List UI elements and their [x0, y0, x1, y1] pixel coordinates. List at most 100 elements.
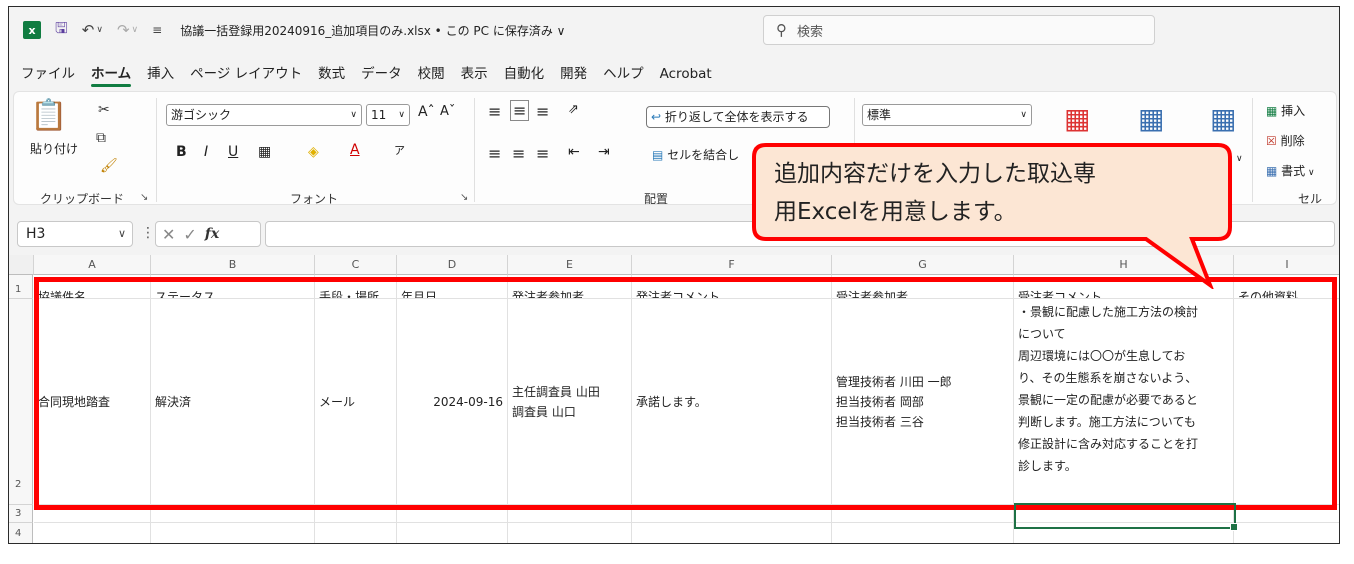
align-bottom-icon[interactable]: ≡ [536, 102, 549, 121]
document-title[interactable]: 協議一括登録用20240916_追加項目のみ.xlsx • この PC に保存済… [180, 22, 565, 39]
decrease-font-icon[interactable]: Aˇ [440, 104, 455, 119]
col-header-b[interactable]: B [151, 255, 315, 275]
cell-e4[interactable] [508, 523, 632, 543]
menu-home[interactable]: ホーム [83, 59, 139, 89]
cell-i4[interactable] [1234, 523, 1339, 543]
cell-c3[interactable] [315, 505, 397, 523]
increase-font-icon[interactable]: Aˆ [418, 104, 435, 120]
styles-dropdown-icon[interactable]: ∨ [1236, 154, 1243, 164]
row-header-1[interactable]: 1 [9, 275, 33, 299]
border-icon[interactable]: ▦ [258, 144, 271, 160]
wrap-text-button[interactable]: ↩ 折り返して全体を表示する [646, 106, 830, 128]
format-as-table-icon[interactable]: ▦ [1138, 102, 1164, 135]
cancel-icon[interactable]: ✕ [162, 225, 175, 244]
cell-other-docs[interactable] [1234, 299, 1339, 505]
copy-icon[interactable]: ⧉ [96, 130, 106, 146]
redo-icon[interactable]: ↷ [117, 21, 130, 39]
menu-file[interactable]: ファイル [9, 59, 83, 89]
insert-function-icon[interactable]: fx [205, 226, 219, 242]
format-cells-button[interactable]: ▦ 書式 ∨ [1266, 162, 1315, 179]
cell-contractor-comment[interactable]: ・景観に配慮した施工方法の検討 について 周辺環境には〇〇が生息してお り、その… [1014, 299, 1234, 505]
name-box[interactable]: H3 ∨ [17, 221, 133, 247]
align-left-icon[interactable]: ≡ [488, 144, 501, 163]
row-header-4[interactable]: 4 [9, 523, 33, 543]
paste-icon[interactable]: 📋 [30, 98, 67, 133]
cell-subject[interactable]: 合同現地踏査 [34, 299, 151, 505]
menu-help[interactable]: ヘルプ [595, 59, 652, 89]
col-header-c[interactable]: C [315, 255, 397, 275]
menu-data[interactable]: データ [353, 59, 410, 89]
align-top-icon[interactable]: ≡ [488, 102, 501, 121]
formula-bar-handle-icon[interactable]: ⋮ [141, 225, 155, 241]
decrease-indent-icon[interactable]: ⇤ [568, 144, 580, 160]
cell-d3[interactable] [397, 505, 508, 523]
cell-g4[interactable] [832, 523, 1014, 543]
cell-styles-icon[interactable]: ▦ [1210, 102, 1236, 135]
header-cell-orderer-participants[interactable]: 発注者参加者 [508, 275, 632, 299]
menu-page-layout[interactable]: ページ レイアウト [182, 59, 310, 89]
font-size-select[interactable]: 11 ∨ [366, 104, 410, 126]
cell-b3[interactable] [151, 505, 315, 523]
format-painter-icon[interactable]: 🖌 [100, 158, 118, 174]
header-cell-status[interactable]: ステータス [151, 275, 315, 299]
menu-review[interactable]: 校閲 [410, 59, 453, 89]
header-cell-other-docs[interactable]: その他資料 [1234, 275, 1339, 299]
font-name-select[interactable]: 游ゴシック ∨ [166, 104, 362, 126]
conditional-format-icon[interactable]: ▦ [1064, 102, 1090, 135]
cell-f3[interactable] [632, 505, 832, 523]
cell-c4[interactable] [315, 523, 397, 543]
cell-i3[interactable] [1234, 505, 1339, 523]
redo-dropdown-icon[interactable]: ∨ [132, 25, 139, 35]
cell-b4[interactable] [151, 523, 315, 543]
menu-view[interactable]: 表示 [453, 59, 496, 89]
orientation-icon[interactable]: ⇗ [568, 102, 579, 117]
cell-contractor-participants[interactable]: 管理技術者 川田 一郎 担当技術者 岡部 担当技術者 三谷 [832, 299, 1014, 505]
cut-icon[interactable]: ✂ [98, 102, 110, 118]
save-icon[interactable]: 🖫 [55, 18, 68, 43]
cell-orderer-comment[interactable]: 承諾します。 [632, 299, 832, 505]
align-center-icon[interactable]: ≡ [512, 144, 525, 163]
number-format-select[interactable]: 標準 ∨ [862, 104, 1032, 126]
search-box[interactable]: ⚲ 検索 [763, 15, 1155, 45]
header-cell-method[interactable]: 手段・場所 [315, 275, 397, 299]
menu-insert[interactable]: 挿入 [139, 59, 182, 89]
align-right-icon[interactable]: ≡ [536, 144, 549, 163]
paste-button-label[interactable]: 貼り付け [30, 140, 78, 157]
header-cell-date[interactable]: 年月日 [397, 275, 508, 299]
merge-cells-button[interactable]: ▤ セルを結合し [652, 146, 739, 163]
menu-acrobat[interactable]: Acrobat [652, 59, 720, 89]
cell-orderer-participants[interactable]: 主任調査員 山田 調査員 山口 [508, 299, 632, 505]
delete-cells-button[interactable]: ☒ 削除 [1266, 132, 1305, 149]
underline-icon[interactable]: U [228, 144, 238, 160]
cell-g3[interactable] [832, 505, 1014, 523]
cell-d4[interactable] [397, 523, 508, 543]
fill-color-icon[interactable]: ◈ [308, 144, 319, 160]
menu-automate[interactable]: 自動化 [496, 59, 553, 89]
header-cell-subject[interactable]: 協議件名 [34, 275, 151, 299]
cell-date[interactable]: 2024-09-16 [397, 299, 508, 505]
col-header-d[interactable]: D [397, 255, 508, 275]
col-header-i[interactable]: I [1234, 255, 1339, 275]
cell-a4[interactable] [34, 523, 151, 543]
cell-status[interactable]: 解決済 [151, 299, 315, 505]
cell-method[interactable]: メール [315, 299, 397, 505]
clipboard-launcher-icon[interactable]: ↘ [140, 192, 148, 203]
italic-icon[interactable]: I [204, 144, 208, 160]
row-header-3[interactable]: 3 [9, 505, 33, 523]
font-launcher-icon[interactable]: ↘ [460, 192, 468, 203]
increase-indent-icon[interactable]: ⇥ [598, 144, 610, 160]
undo-dropdown-icon[interactable]: ∨ [96, 25, 103, 35]
select-all-corner[interactable] [9, 255, 34, 275]
font-color-icon[interactable]: A [350, 142, 360, 158]
row-header-2[interactable]: 2 [9, 299, 33, 505]
align-middle-icon[interactable]: ≡ [510, 100, 530, 121]
col-header-a[interactable]: A [34, 255, 151, 275]
bold-icon[interactable]: B [176, 144, 187, 160]
cell-e3[interactable] [508, 505, 632, 523]
cell-a3[interactable] [34, 505, 151, 523]
menu-formulas[interactable]: 数式 [310, 59, 353, 89]
phonetic-icon[interactable]: ア [394, 142, 405, 158]
cell-f4[interactable] [632, 523, 832, 543]
insert-cells-button[interactable]: ▦ 挿入 [1266, 102, 1305, 119]
menu-developer[interactable]: 開発 [552, 59, 595, 89]
